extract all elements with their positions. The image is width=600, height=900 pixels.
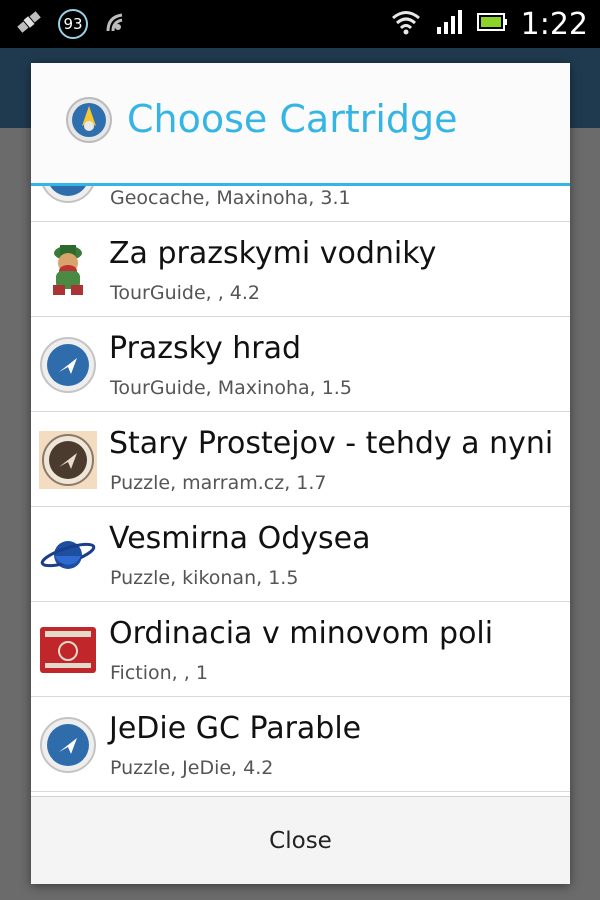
cartridge-title: Prazsky hrad — [109, 331, 302, 366]
cartridge-list-item[interactable]: Stary Prostejov - tehdy a nyni Puzzle, m… — [31, 412, 570, 507]
wherigo-compass-icon — [39, 186, 97, 204]
notification-count-badge: 93 — [58, 9, 88, 39]
wherigo-app-icon — [65, 96, 113, 144]
cell-signal-icon — [435, 9, 463, 39]
cartridge-details: Puzzle, JeDie, 4.2 — [110, 757, 274, 779]
planet-icon — [39, 526, 97, 584]
cartridge-details: Geocache, Maxinoha, 3.1 — [110, 187, 351, 209]
cartridge-details: Fiction, , 1 — [110, 662, 208, 684]
cartridge-list-item[interactable]: Geocache, Maxinoha, 3.1 — [31, 186, 570, 222]
cartridge-list-item[interactable]: Za prazskymi vodniky TourGuide, , 4.2 — [31, 222, 570, 317]
wifi-icon — [391, 9, 421, 39]
cartridge-title: Stary Prostejov - tehdy a nyni — [109, 426, 554, 461]
clock: 1:22 — [520, 6, 588, 42]
wherigo-compass-icon — [39, 716, 97, 774]
dialog-header: Choose Cartridge — [31, 63, 570, 183]
status-bar-system: 1:22 — [391, 6, 588, 42]
dialog-footer: Close — [31, 796, 570, 884]
water-goblin-icon — [39, 241, 97, 299]
wherigo-compass-icon — [39, 336, 97, 394]
cartridge-details: TourGuide, , 4.2 — [110, 282, 261, 304]
red-poster-icon — [39, 621, 97, 679]
battery-icon — [476, 11, 507, 37]
cartridge-title: Za prazskymi vodniky — [109, 236, 437, 271]
dialog-title: Choose Cartridge — [127, 97, 458, 141]
cartridge-details: Puzzle, marram.cz, 1.7 — [110, 472, 327, 494]
satellite-icon — [14, 7, 44, 41]
gps-signal-icon — [102, 7, 132, 41]
cartridge-list-item[interactable]: Vesmirna Odysea Puzzle, kikonan, 1.5 — [31, 507, 570, 602]
status-bar-notifications: 93 — [14, 6, 132, 42]
cartridge-list-item[interactable]: Prazsky hrad TourGuide, Maxinoha, 1.5 — [31, 317, 570, 412]
status-bar: 93 1:22 — [0, 0, 600, 48]
cartridge-title: Vesmirna Odysea — [109, 521, 371, 556]
sepia-compass-icon — [39, 431, 97, 489]
cartridge-title: JeDie GC Parable — [109, 711, 362, 746]
cartridge-list-item[interactable]: JeDie GC Parable Puzzle, JeDie, 4.2 — [31, 697, 570, 792]
close-button[interactable]: Close — [31, 797, 570, 885]
cartridge-list-item[interactable]: Ordinacia v minovom poli Fiction, , 1 — [31, 602, 570, 697]
choose-cartridge-dialog: Choose Cartridge Geocache, Maxinoha, 3.1 — [31, 63, 570, 884]
cartridge-list[interactable]: Geocache, Maxinoha, 3.1 Za prazskymi vod… — [31, 186, 570, 796]
cartridge-title: Ordinacia v minovom poli — [109, 616, 494, 651]
cartridge-details: Puzzle, kikonan, 1.5 — [110, 567, 299, 589]
cartridge-details: TourGuide, Maxinoha, 1.5 — [110, 377, 352, 399]
